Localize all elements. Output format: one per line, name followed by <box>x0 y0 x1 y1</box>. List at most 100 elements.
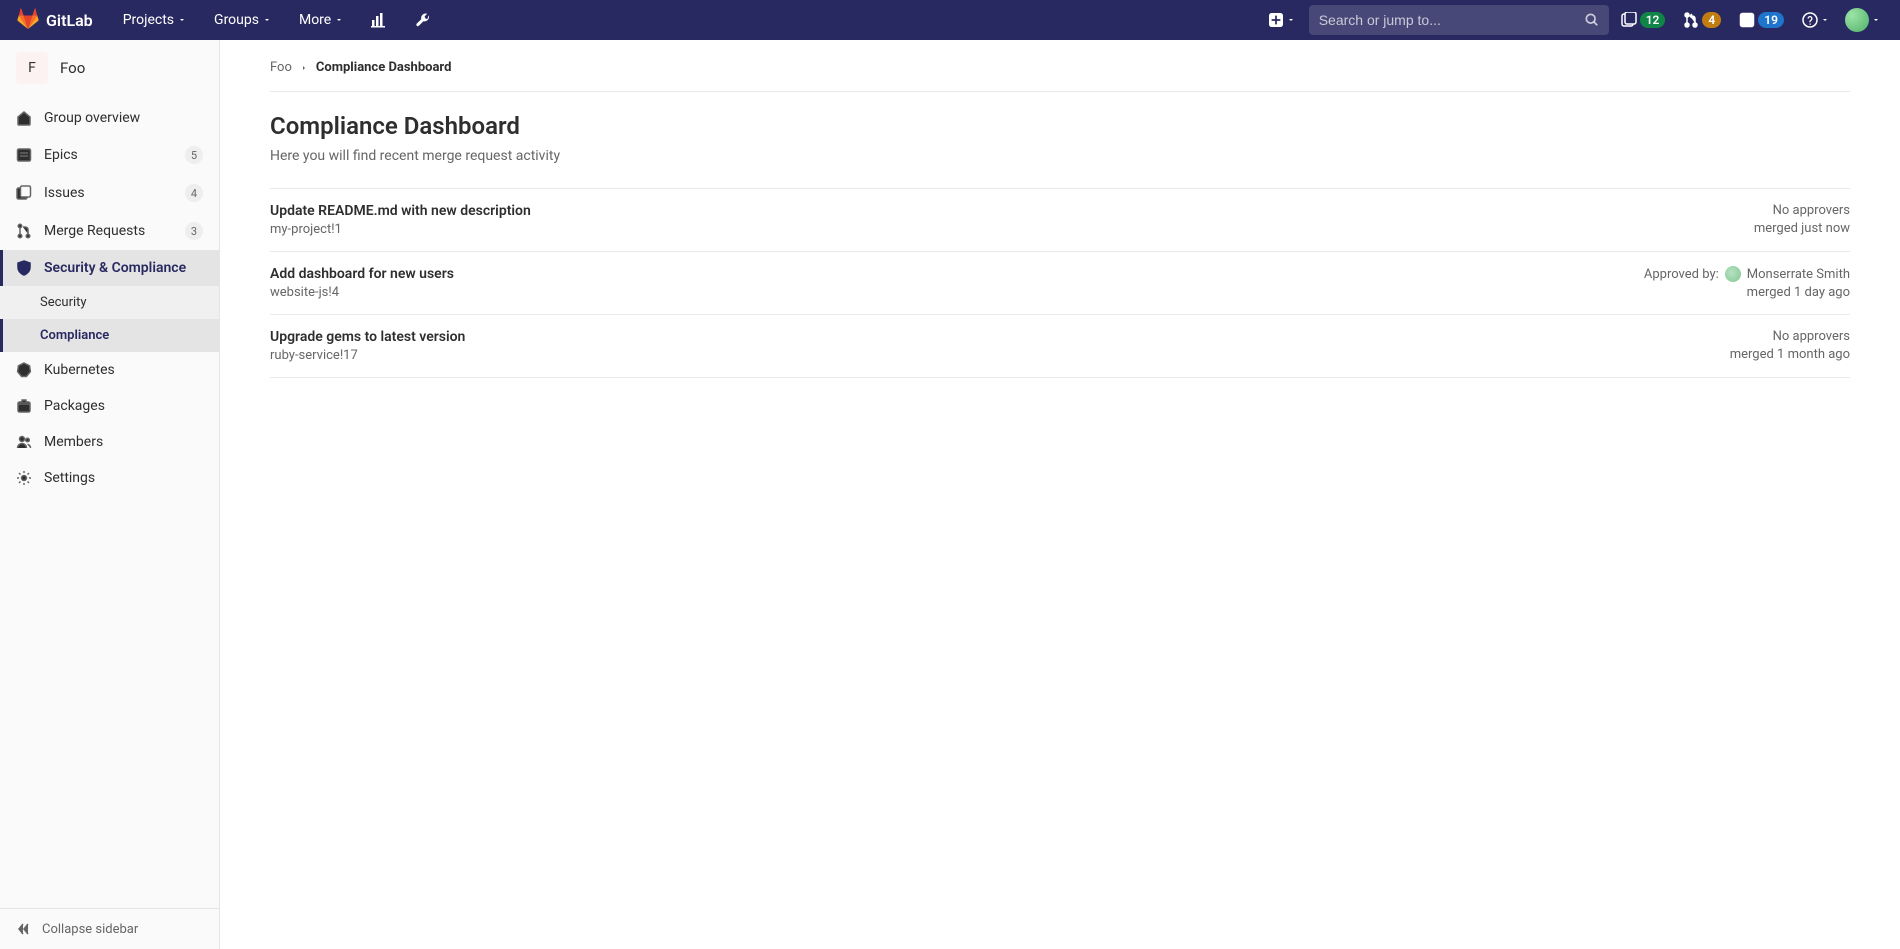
global-search[interactable] <box>1309 5 1609 35</box>
breadcrumb: Foo Compliance Dashboard <box>270 60 1850 92</box>
nav-groups[interactable]: Groups <box>204 0 281 40</box>
nav-todos-counter[interactable]: 19 <box>1733 12 1790 28</box>
gear-icon <box>16 470 32 486</box>
sidebar-item-merge-requests[interactable]: Merge Requests 3 <box>0 212 219 250</box>
sidebar-item-settings[interactable]: Settings <box>0 460 219 496</box>
sidebar-item-overview[interactable]: Group overview <box>0 100 219 136</box>
sidebar-header[interactable]: F Foo <box>0 40 219 96</box>
sidebar-item-label: Security & Compliance <box>44 260 186 276</box>
help-icon <box>1802 12 1818 28</box>
nav-help[interactable] <box>1796 12 1835 28</box>
issues-icon <box>16 185 32 201</box>
sidebar-item-members[interactable]: Members <box>0 424 219 460</box>
todo-icon <box>1739 12 1755 28</box>
kubernetes-icon <box>16 362 32 378</box>
sidebar-subitem-compliance[interactable]: Compliance <box>0 319 219 352</box>
merge-request-row[interactable]: Add dashboard for new users website-js!4… <box>270 252 1850 315</box>
sidebar-subitem-label: Compliance <box>40 328 109 343</box>
mr-approvers: Approved by: Monserrate Smith <box>1644 266 1850 282</box>
breadcrumb-current: Compliance Dashboard <box>316 60 452 75</box>
chevron-down-icon <box>1872 16 1880 24</box>
nav-user-menu[interactable] <box>1841 8 1884 32</box>
approver-avatar <box>1725 266 1741 282</box>
page-subtitle: Here you will find recent merge request … <box>270 148 1850 164</box>
sidebar-subitem-security[interactable]: Security <box>0 286 219 319</box>
mr-approvers: No approvers <box>1730 329 1850 344</box>
gitlab-brand-text: GitLab <box>46 11 93 30</box>
sidebar-item-label: Group overview <box>44 110 140 126</box>
plus-square-icon <box>1269 13 1283 27</box>
nav-groups-label: Groups <box>214 12 259 28</box>
navbar-right: 12 4 19 <box>1261 5 1884 35</box>
collapse-sidebar[interactable]: Collapse sidebar <box>0 908 219 949</box>
sidebar-item-count: 5 <box>185 146 203 164</box>
sidebar-item-label: Settings <box>44 470 95 486</box>
sidebar-item-count: 3 <box>185 222 203 240</box>
issues-icon <box>1621 12 1637 28</box>
members-icon <box>16 434 32 450</box>
group-name: Foo <box>60 59 85 77</box>
mr-merged: merged 1 day ago <box>1644 285 1850 300</box>
package-icon <box>16 398 32 414</box>
nav-more[interactable]: More <box>289 0 353 40</box>
sidebar-item-issues[interactable]: Issues 4 <box>0 174 219 212</box>
nav-admin[interactable] <box>405 0 441 40</box>
merge-request-icon <box>16 223 32 239</box>
navbar-left: GitLab Projects Groups More <box>16 0 441 40</box>
breadcrumb-group[interactable]: Foo <box>270 60 292 75</box>
mr-merged: merged 1 month ago <box>1730 347 1850 362</box>
search-icon <box>1585 13 1599 27</box>
nav-issues-counter[interactable]: 12 <box>1615 12 1672 28</box>
sidebar-subitem-label: Security <box>40 295 87 310</box>
sidebar-item-security[interactable]: Security & Compliance <box>0 250 219 286</box>
chevron-down-icon <box>335 16 343 24</box>
mr-approver-name: Monserrate Smith <box>1747 267 1850 282</box>
main-content: Foo Compliance Dashboard Compliance Dash… <box>220 40 1900 949</box>
merge-request-row[interactable]: Upgrade gems to latest version ruby-serv… <box>270 315 1850 378</box>
mr-ref: ruby-service!17 <box>270 348 465 363</box>
mr-approvers: No approvers <box>1754 203 1850 218</box>
merge-badge: 4 <box>1702 12 1721 28</box>
sidebar: F Foo Group overview Epics 5 Issues 4 Me… <box>0 40 220 949</box>
group-avatar: F <box>16 52 48 84</box>
mr-title: Update README.md with new description <box>270 203 531 219</box>
mr-merged: merged just now <box>1754 221 1850 236</box>
mr-ref: website-js!4 <box>270 285 454 300</box>
gitlab-logo[interactable]: GitLab <box>16 8 93 32</box>
mr-approved-by-prefix: Approved by: <box>1644 267 1719 282</box>
merge-request-row[interactable]: Update README.md with new description my… <box>270 189 1850 252</box>
page-title: Compliance Dashboard <box>270 112 1850 140</box>
shield-icon <box>16 260 32 276</box>
sidebar-item-epics[interactable]: Epics 5 <box>0 136 219 174</box>
issues-badge: 12 <box>1640 12 1666 28</box>
user-avatar <box>1845 8 1869 32</box>
sidebar-item-kubernetes[interactable]: Kubernetes <box>0 352 219 388</box>
chevron-down-icon <box>1821 16 1829 24</box>
sidebar-item-label: Members <box>44 434 103 450</box>
chevron-down-icon <box>1287 16 1295 24</box>
nav-activity[interactable] <box>361 0 397 40</box>
nav-projects[interactable]: Projects <box>113 0 196 40</box>
sidebar-security-submenu: Security Compliance <box>0 286 219 352</box>
merge-request-icon <box>1683 12 1699 28</box>
epics-icon <box>16 147 32 163</box>
wrench-icon <box>415 12 431 28</box>
nav-projects-label: Projects <box>123 12 174 28</box>
mr-ref: my-project!1 <box>270 222 531 237</box>
collapse-icon <box>16 921 32 937</box>
chevron-down-icon <box>178 16 186 24</box>
merge-request-list: Update README.md with new description my… <box>270 188 1850 378</box>
sidebar-item-label: Epics <box>44 147 78 163</box>
nav-merge-counter[interactable]: 4 <box>1677 12 1727 28</box>
sidebar-item-label: Issues <box>44 185 85 201</box>
sidebar-item-label: Merge Requests <box>44 223 145 239</box>
sidebar-item-label: Kubernetes <box>44 362 115 378</box>
mr-title: Upgrade gems to latest version <box>270 329 465 345</box>
top-navbar: GitLab Projects Groups More <box>0 0 1900 40</box>
search-input[interactable] <box>1319 12 1585 28</box>
sidebar-item-packages[interactable]: Packages <box>0 388 219 424</box>
nav-create-new[interactable] <box>1261 13 1303 27</box>
mr-approvers-label: No approvers <box>1773 203 1850 218</box>
mr-approvers-label: No approvers <box>1773 329 1850 344</box>
chevron-down-icon <box>263 16 271 24</box>
